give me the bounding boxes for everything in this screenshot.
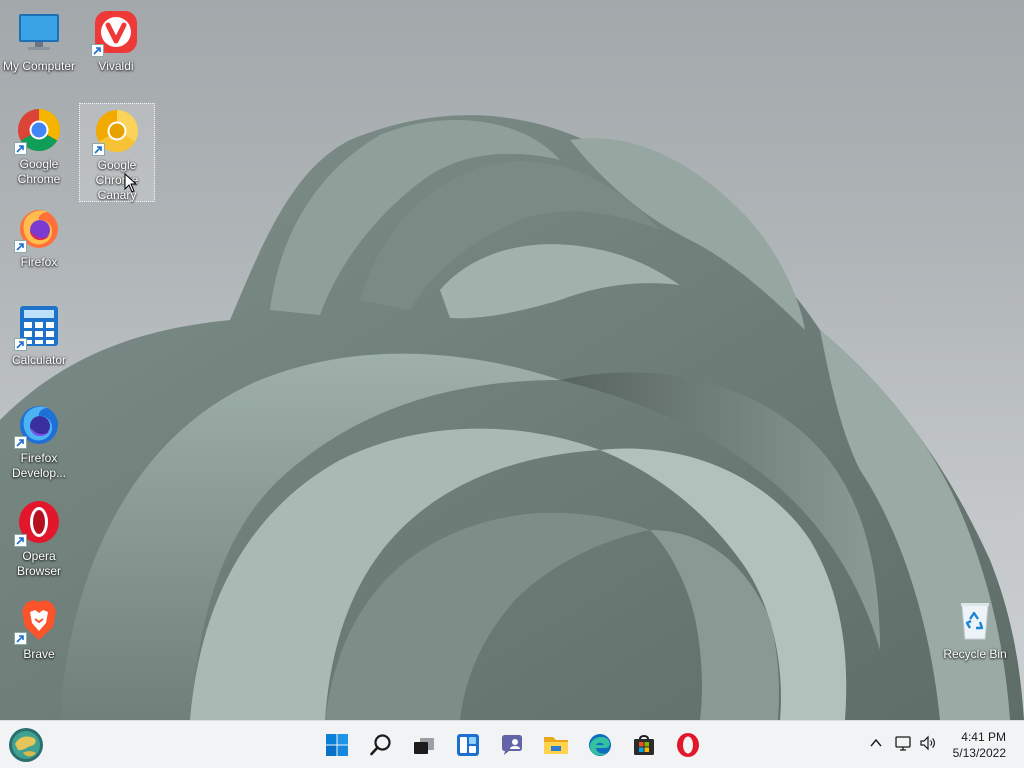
shortcut-arrow-icon [14,632,27,645]
taskbar-task-view-button[interactable] [404,725,444,765]
monitor-icon [19,14,59,50]
shortcut-arrow-icon [14,142,27,155]
desktop-icon-opera-browser[interactable]: Opera Browser [1,494,77,580]
clock-time: 4:41 PM [961,730,1006,744]
desktop-icon-firefox[interactable]: Firefox [1,200,77,271]
taskbar-opera-button[interactable] [668,725,708,765]
taskbar-edge-button[interactable] [580,725,620,765]
taskbar-search-button[interactable] [361,725,401,765]
taskbar-widgets-board-button[interactable] [448,725,488,765]
taskbar-file-explorer-button[interactable] [536,725,576,765]
desktop-icon-recycle-bin[interactable]: Recycle Bin [937,592,1013,663]
tray-overflow-button[interactable] [866,733,886,753]
widgets-icon [457,734,479,756]
store-icon [634,735,654,755]
tray-network-button[interactable] [893,733,913,753]
tray-clock[interactable]: 4:41 PM 5/13/2022 [953,729,1006,761]
desktop-icon-google-chrome-canary[interactable]: Google Chrome Canary [79,103,155,202]
chevron-up-icon [870,738,882,747]
desktop-icon-my-computer[interactable]: My Computer [1,4,77,75]
globe-icon [9,728,43,762]
shortcut-arrow-icon [91,44,104,57]
desktop-icon-firefox-developer[interactable]: Firefox Develop... [1,396,77,482]
tray-volume-button[interactable] [918,733,938,753]
shortcut-arrow-icon [14,436,27,449]
opera-icon [677,733,699,757]
taskbar-store-button[interactable] [624,725,664,765]
network-icon [895,736,911,751]
taskbar-start-button[interactable] [317,725,357,765]
desktop[interactable]: My Computer Vivaldi Google Chrome Google… [0,0,1024,720]
clock-date: 5/13/2022 [952,746,1006,760]
volume-icon [920,735,935,751]
folder-icon [544,737,568,754]
shortcut-arrow-icon [14,338,27,351]
desktop-icon-calculator[interactable]: Calculator [1,298,77,369]
mouse-cursor-icon [124,173,138,193]
taskbar-widgets-button[interactable] [6,725,46,765]
desktop-icon-brave[interactable]: Brave [1,592,77,663]
recycle-bin-icon [961,603,989,640]
shortcut-arrow-icon [14,240,27,253]
search-icon [370,734,391,756]
shortcut-arrow-icon [92,143,105,156]
taskbar: 4:41 PM 5/13/2022 [0,720,1024,768]
edge-icon [589,734,611,756]
desktop-icon-vivaldi[interactable]: Vivaldi [78,4,154,75]
task-view-icon [414,738,434,754]
windows-start-icon [326,734,348,756]
teams-chat-icon [502,735,522,755]
taskbar-chat-button[interactable] [492,725,532,765]
desktop-icon-google-chrome[interactable]: Google Chrome [1,102,77,188]
shortcut-arrow-icon [14,534,27,547]
